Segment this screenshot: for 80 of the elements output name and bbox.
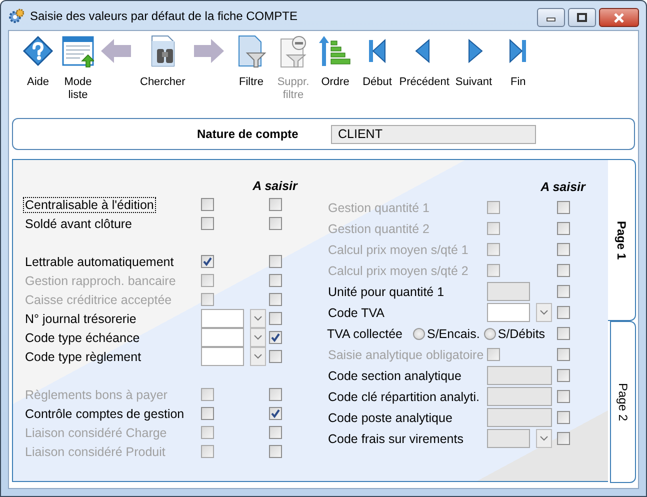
toolbar-button[interactable]: Mode liste: [59, 35, 97, 102]
input-field[interactable]: CLIENT: [331, 124, 536, 144]
dropdown-button[interactable]: [250, 347, 266, 366]
dropdown-button[interactable]: [536, 429, 552, 448]
checkbox[interactable]: [556, 327, 570, 340]
field-label: N° journal trésorerie: [24, 312, 138, 326]
field-label: Code clé répartition analyti.: [327, 390, 480, 404]
column-header: A saisir: [252, 178, 298, 192]
combo-field[interactable]: [487, 303, 530, 322]
caret-icon: [540, 436, 548, 441]
checkbox-label: Centralisable à l'édition: [24, 198, 155, 212]
close-button[interactable]: [599, 8, 639, 27]
toolbar-button[interactable]: Aide: [19, 35, 57, 89]
checkbox-label: Saisie analytique obligatoire: [327, 348, 485, 362]
window-title: Saisie des valeurs par défaut de la fiche COMPTE: [30, 8, 298, 22]
dropdown-button[interactable]: [250, 328, 266, 347]
tab[interactable]: Page 2: [610, 321, 636, 483]
minimize-button[interactable]: [537, 8, 565, 27]
toolbar-button[interactable]: Ordre: [316, 35, 354, 89]
tab[interactable]: Page 1: [608, 159, 636, 321]
checkbox-label: Liaison considéré Produit: [24, 444, 166, 458]
help-icon: [22, 35, 54, 69]
radio-button[interactable]: [484, 328, 496, 340]
checkbox-label: Lettrable automatiquement: [24, 254, 175, 268]
checkbox[interactable]: [268, 312, 282, 325]
field-label: Unité pour quantité 1: [327, 284, 446, 298]
checkbox[interactable]: [268, 255, 282, 268]
checkbox-label: Gestion quantité 2: [327, 222, 430, 236]
checkbox-label: Caisse créditrice acceptée: [24, 292, 173, 306]
column-header: A saisir: [540, 180, 586, 194]
checkbox[interactable]: [268, 198, 282, 211]
maximize-icon: [577, 13, 587, 22]
radio-button[interactable]: [413, 328, 425, 340]
caret-icon: [254, 354, 262, 359]
checkbox[interactable]: [556, 306, 570, 319]
radio-label: S/Débits: [498, 326, 546, 340]
checkbox-label: Liaison considéré Charge: [24, 426, 168, 440]
table-icon: [62, 35, 94, 69]
radio-label: S/Encais.: [427, 326, 480, 340]
field-label: Code frais sur virements: [327, 432, 464, 446]
dropdown-button[interactable]: [250, 309, 266, 328]
toolbar-button[interactable]: Filtre: [232, 35, 270, 89]
gear-icon: [8, 8, 24, 24]
field-label: Code TVA: [327, 306, 386, 320]
toolbar-button[interactable]: Suivant: [452, 35, 496, 89]
caret-icon: [540, 310, 548, 315]
checkbox[interactable]: [201, 217, 214, 230]
toolbar-button[interactable]: Chercher: [137, 35, 188, 89]
field-label: Code type règlement: [24, 350, 142, 364]
toolbar-button[interactable]: Début: [358, 35, 396, 89]
caret-icon: [254, 335, 262, 340]
field-label: Code section analytique: [327, 368, 462, 382]
dropdown-button[interactable]: [536, 303, 552, 322]
toolbar-button[interactable]: Fin: [499, 35, 538, 89]
field-label: Code poste analytique: [327, 410, 454, 424]
checkbox[interactable]: [201, 255, 214, 268]
combo-field[interactable]: [201, 309, 244, 328]
field-label: TVA collectée: [327, 326, 404, 340]
maximize-button[interactable]: [568, 8, 596, 27]
combo-field[interactable]: [201, 347, 244, 366]
close-icon: [613, 12, 625, 22]
toolbar-button[interactable]: Précédent: [396, 35, 452, 89]
checkbox-label: Soldé avant clôture: [24, 216, 134, 230]
field-label: Code type échéance: [24, 330, 141, 344]
checkbox[interactable]: [201, 198, 214, 211]
checkbox[interactable]: [201, 407, 214, 420]
checkbox-label: Calcul prix moyen s/qté 2: [327, 264, 470, 278]
checkbox-label: Règlements bons à payer: [24, 388, 168, 402]
sort-icon: [319, 35, 352, 69]
field-label: Nature de compte: [197, 127, 300, 141]
checkbox-label: Calcul prix moyen s/qté 1: [327, 242, 470, 256]
combo-field[interactable]: [201, 328, 244, 347]
checkbox-label: Gestion rapproch. bancaire: [24, 274, 177, 288]
checkbox-label: Gestion quantité 1: [327, 200, 430, 214]
checkbox[interactable]: [268, 407, 282, 420]
checkbox[interactable]: [268, 217, 282, 230]
checkbox[interactable]: [268, 350, 282, 363]
caret-icon: [254, 316, 262, 321]
checkbox-label: Contrôle comptes de gestion: [24, 406, 186, 420]
checkbox[interactable]: [268, 331, 282, 344]
